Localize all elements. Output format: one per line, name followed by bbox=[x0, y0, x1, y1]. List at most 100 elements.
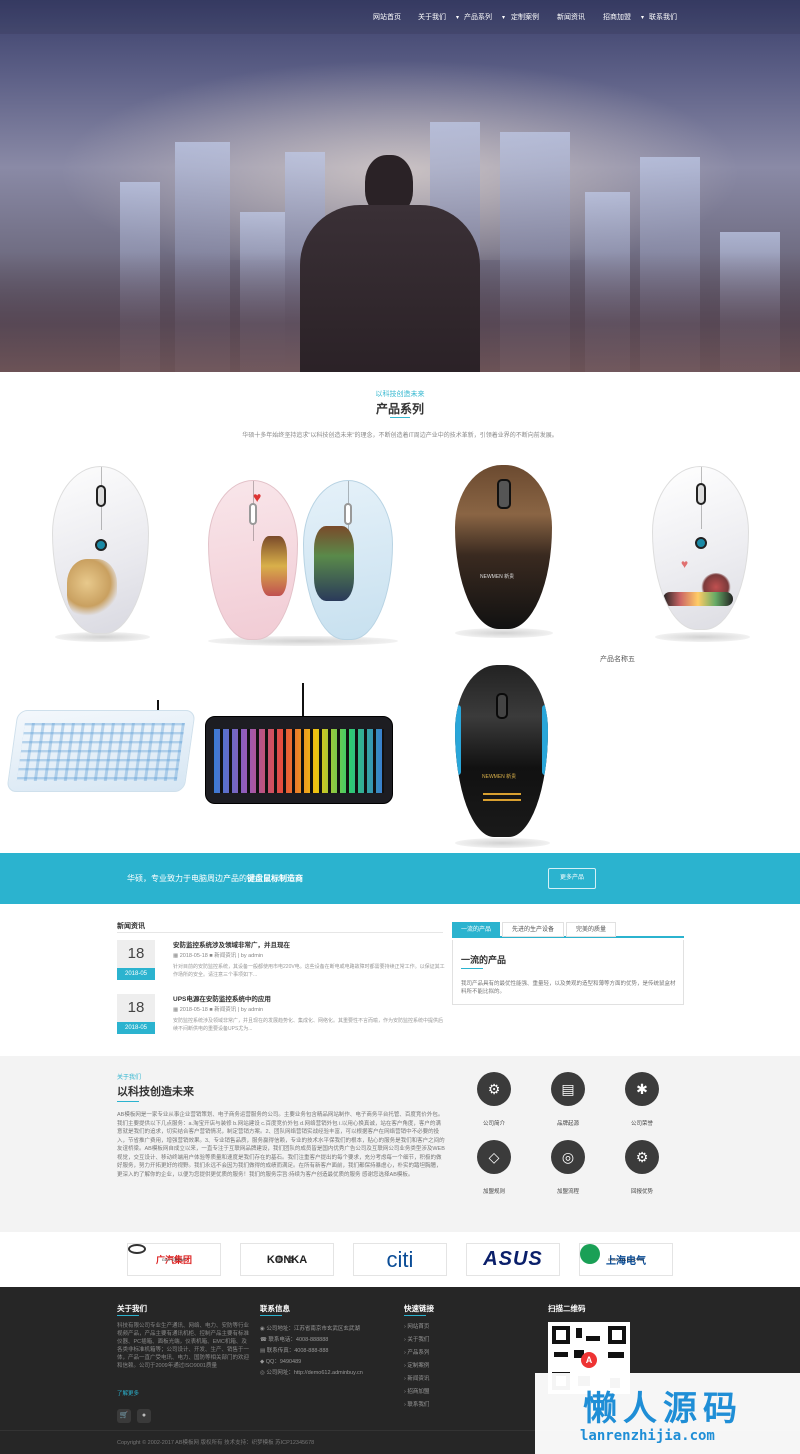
tab-panel-title: 一流的产品 bbox=[461, 955, 507, 965]
mouse-illustration bbox=[663, 592, 733, 606]
about-icon-label[interactable]: 回报优势 bbox=[612, 1187, 672, 1195]
footer-link[interactable]: › 联系我们 bbox=[404, 1400, 429, 1408]
news-category[interactable]: 新闻资讯 bbox=[214, 1007, 236, 1013]
footer-contact-item: ◆ QQ：9490489 bbox=[260, 1357, 301, 1365]
qr-center-logo: A bbox=[581, 1352, 597, 1368]
contact-text[interactable]: 公司网址：http://demo612.adminbuy.cn bbox=[266, 1370, 363, 1376]
nav-item-about[interactable]: 关于我们 ▾ bbox=[418, 12, 459, 22]
news-date: 2018-05-18 bbox=[179, 953, 208, 959]
book-icon[interactable]: ▤ bbox=[551, 1072, 585, 1106]
nav-label[interactable]: 产品系列 bbox=[464, 14, 492, 21]
product-white-keyboard[interactable] bbox=[6, 710, 196, 792]
title-underline bbox=[117, 1315, 139, 1316]
footer-link[interactable]: › 新闻资讯 bbox=[404, 1374, 429, 1382]
gears-icon[interactable]: ⚙ bbox=[625, 1140, 659, 1174]
target-icon[interactable]: ◎ bbox=[551, 1140, 585, 1174]
chevron-down-icon[interactable]: ▾ bbox=[502, 15, 505, 21]
partner-logo-citi[interactable]: citi bbox=[353, 1243, 447, 1276]
products-description: 华硕十多年始终坚持追求"以科技创造未来"的理念，不断创造着IT周边产业中的技术革… bbox=[242, 433, 558, 439]
footer-link-label[interactable]: 产品系列 bbox=[407, 1350, 429, 1356]
footer-link[interactable]: › 招商加盟 bbox=[404, 1387, 429, 1395]
nav-item-home[interactable]: 网站首页 bbox=[373, 12, 401, 22]
partner-logo-gac[interactable]: 广汽集团 GAC GROUP bbox=[127, 1243, 221, 1276]
footer-link-label[interactable]: 联系我们 bbox=[407, 1402, 429, 1408]
nav-label[interactable]: 新闻资讯 bbox=[557, 14, 585, 21]
more-products-button[interactable]: 更多产品 bbox=[548, 868, 596, 889]
nav-label[interactable]: 网站首页 bbox=[373, 14, 401, 21]
cart-icon[interactable]: 🛒 bbox=[117, 1409, 131, 1423]
product-rgb-keyboard[interactable] bbox=[205, 716, 393, 804]
chevron-down-icon[interactable]: ▾ bbox=[456, 15, 459, 21]
chevron-down-icon[interactable]: ▾ bbox=[641, 15, 644, 21]
about-icon-label[interactable]: 公司简介 bbox=[464, 1119, 524, 1127]
mouse-illustration bbox=[261, 536, 287, 596]
news-category[interactable]: 新闻资讯 bbox=[214, 953, 236, 959]
diamond-icon[interactable]: ◇ bbox=[477, 1140, 511, 1174]
about-icon-label[interactable]: 加盟规则 bbox=[464, 1187, 524, 1195]
footer-link-label[interactable]: 定制案例 bbox=[407, 1363, 429, 1369]
partner-logo-content: KONKA 康佳 bbox=[241, 1244, 333, 1275]
product-brown-mouse[interactable]: NEWMEN 新贵 bbox=[455, 465, 552, 629]
news-title-link[interactable]: UPS电源在安防监控系统中的应用 bbox=[173, 993, 271, 1003]
footer-link-label[interactable]: 招商加盟 bbox=[407, 1389, 429, 1395]
products-title: 产品系列 bbox=[375, 402, 424, 416]
news-year-month: 2018-05 bbox=[117, 968, 155, 980]
footer-copyright: Copyright © 2002-2017 AB模板网 版权所有 技术支持：织梦… bbox=[117, 1440, 315, 1446]
partner-logo-content: ASUS bbox=[467, 1244, 559, 1275]
product-black-gaming-mouse[interactable]: NEWMEN 新贵 bbox=[455, 665, 548, 837]
fax-icon: ▤ bbox=[260, 1348, 267, 1354]
nav-label[interactable]: 定制案例 bbox=[511, 14, 539, 21]
qq-icon[interactable]: ● bbox=[137, 1409, 151, 1423]
tab-advanced-equipment[interactable]: 先进的生产设备 bbox=[502, 922, 564, 937]
mouse-brand-label: NEWMEN 新贵 bbox=[480, 574, 515, 580]
nav-label[interactable]: 招商加盟 bbox=[603, 14, 631, 21]
gears-icon[interactable]: ⚙ bbox=[477, 1072, 511, 1106]
footer-link-label[interactable]: 关于我们 bbox=[407, 1337, 429, 1343]
partner-logo-konka[interactable]: KONKA 康佳 bbox=[240, 1243, 334, 1276]
about-subtitle: 关于我们 bbox=[117, 1075, 142, 1081]
product-white-mouse[interactable] bbox=[52, 466, 149, 634]
promo-banner-text: 华硕，专业致力于电脑周边产品的键盘鼠标制造商 bbox=[127, 873, 303, 884]
product-blue-mouse[interactable] bbox=[303, 480, 393, 640]
footer-about-more-link[interactable]: 了解更多 bbox=[117, 1389, 139, 1397]
mouse-wheel bbox=[95, 485, 106, 507]
hero-banner bbox=[0, 0, 800, 372]
settings-icon[interactable]: ✱ bbox=[625, 1072, 659, 1106]
qr-finder bbox=[552, 1326, 570, 1344]
nav-item-contact[interactable]: 联系我们 bbox=[649, 12, 677, 22]
watermark-url: lanrenzhijia.com bbox=[580, 1428, 715, 1444]
about-icon-label[interactable]: 公司荣誉 bbox=[612, 1119, 672, 1127]
footer-link[interactable]: › 产品系列 bbox=[404, 1348, 429, 1356]
partner-name: citi bbox=[386, 1246, 414, 1272]
news-title-link[interactable]: 安防监控系统涉及领域非常广，并且现在 bbox=[173, 939, 290, 949]
footer-link-label[interactable]: 网站首页 bbox=[407, 1324, 429, 1330]
news-year-month: 2018-05 bbox=[117, 1022, 155, 1034]
nav-label[interactable]: 关于我们 bbox=[418, 14, 446, 21]
qr-module bbox=[554, 1352, 568, 1357]
title-underline bbox=[390, 417, 410, 418]
about-icon-label[interactable]: 品牌起源 bbox=[538, 1119, 598, 1127]
mouse-accent bbox=[542, 705, 548, 775]
nav-item-cases[interactable]: 定制案例 bbox=[511, 12, 539, 22]
mouse-accent bbox=[483, 793, 521, 801]
partner-logo-shanghai-electric[interactable]: 上海电气 SHANGHAI ELECTRIC bbox=[579, 1243, 673, 1276]
product-shadow bbox=[655, 632, 750, 642]
nav-item-news[interactable]: 新闻资讯 bbox=[557, 12, 585, 22]
about-icon-label[interactable]: 加盟流程 bbox=[538, 1187, 598, 1195]
product-pink-mouse[interactable]: ♥ bbox=[208, 480, 298, 640]
tab-first-class-product[interactable]: 一流的产品 bbox=[452, 922, 500, 937]
contact-text: 联系电话：4008-888888 bbox=[268, 1337, 329, 1343]
news-summary: 安防监控系统涉及领域非常广，并且现在的发展趋势化、集成化、网络化。其重要性不言而… bbox=[173, 1018, 444, 1032]
nav-item-products[interactable]: 产品系列 ▾ bbox=[464, 12, 505, 22]
footer-link[interactable]: › 定制案例 bbox=[404, 1361, 429, 1369]
partner-logo-asus[interactable]: ASUS bbox=[466, 1243, 560, 1276]
footer-links-title: 快速链接 bbox=[404, 1304, 434, 1313]
nav-label[interactable]: 联系我们 bbox=[649, 14, 677, 21]
footer-link[interactable]: › 关于我们 bbox=[404, 1335, 429, 1343]
tab-perfect-quality[interactable]: 完美的质量 bbox=[566, 922, 616, 937]
product-white-bird-mouse[interactable]: ♥ bbox=[652, 466, 749, 630]
top-navigation: 网站首页 关于我们 ▾ 产品系列 ▾ 定制案例 新闻资讯 招商加盟 ▾ 联系我们 bbox=[0, 0, 800, 34]
footer-link-label[interactable]: 新闻资讯 bbox=[407, 1376, 429, 1382]
footer-link[interactable]: › 网站首页 bbox=[404, 1322, 429, 1330]
nav-item-join[interactable]: 招商加盟 ▾ bbox=[603, 12, 644, 22]
